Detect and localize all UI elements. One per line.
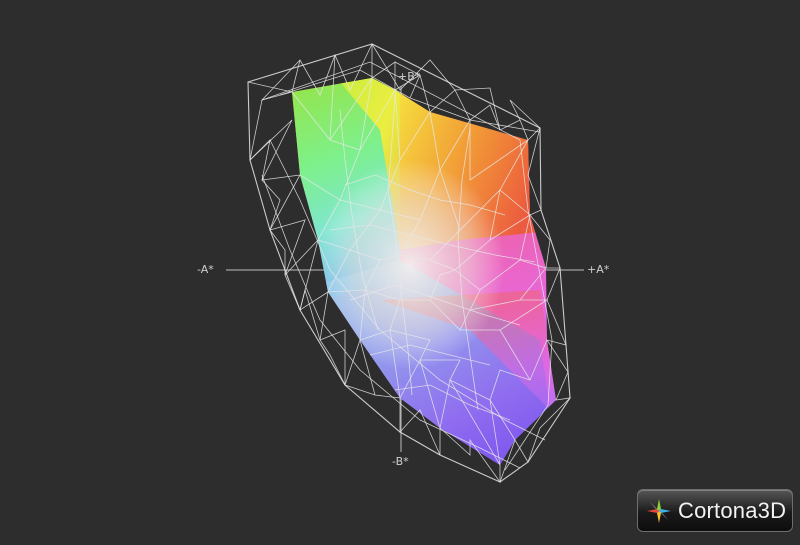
gamut-3d-viewport[interactable]: -A* +A* +B* -B* [0,0,800,541]
cortona3d-logo[interactable]: Cortona3D [637,489,793,532]
neg-a-axis-label: -A* [197,263,214,276]
pos-a-axis-label: +A* [587,263,610,276]
logo-text: Cortona3D [678,497,787,523]
cortona-star-icon [647,498,671,523]
neg-b-axis-label: -B* [392,455,409,468]
pos-b-axis-label: +B* [398,70,421,83]
